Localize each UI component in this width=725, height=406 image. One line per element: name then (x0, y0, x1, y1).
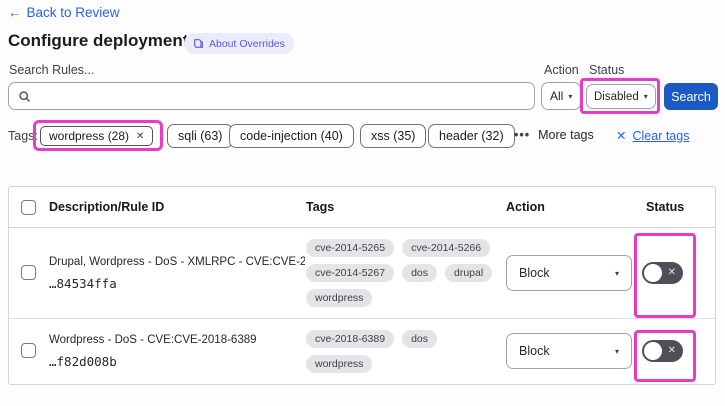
about-overrides-badge[interactable]: About Overrides (184, 33, 294, 54)
configure-deployment-screen: ← Back to Review Configure deployment Ab… (0, 0, 725, 406)
search-rules-label: Search Rules... (9, 63, 95, 77)
toggle-x-icon: ✕ (667, 345, 676, 356)
search-button[interactable]: Search (664, 83, 718, 110)
status-toggle-off[interactable]: ✕ (642, 340, 683, 362)
rule-description: Wordpress - DoS - CVE:CVE-2018-6389 (49, 334, 257, 346)
rules-table: Description/Rule ID Tags Action Status D… (8, 186, 716, 385)
remove-tag-icon[interactable]: ✕ (136, 131, 144, 142)
rule-tag: cve-2018-6389 (306, 330, 395, 348)
tags-label: Tags: (8, 129, 38, 143)
row-checkbox[interactable] (21, 343, 36, 358)
action-select-value: Block (519, 344, 550, 358)
more-dots-icon: ••• (514, 128, 531, 142)
col-header-description: Description/Rule ID (49, 200, 165, 214)
clear-tags-icon: ✕ (616, 129, 627, 143)
col-header-action: Action (506, 200, 545, 214)
rule-tag: cve-2014-5267 (306, 264, 395, 282)
tag-chip-header[interactable]: header (32) (428, 124, 515, 148)
chevron-down-icon: ▾ (614, 268, 619, 278)
rule-description: Drupal, Wordpress - DoS - XMLRPC - CVE:C… (49, 255, 305, 268)
toggle-x-icon: ✕ (667, 267, 676, 278)
rule-tag: drupal (445, 264, 493, 282)
rule-description-cell: Drupal, Wordpress - DoS - XMLRPC - CVE:C… (49, 228, 305, 318)
tag-chip-sqli[interactable]: sqli (63) (167, 124, 234, 148)
table-header-row: Description/Rule ID Tags Action Status (9, 187, 715, 228)
status-filter-select[interactable]: Disabled ▾ (586, 84, 656, 109)
more-tags-label: More tags (538, 128, 594, 142)
search-rules-input[interactable] (38, 83, 534, 109)
chevron-down-icon: ▾ (643, 92, 648, 101)
tag-chip-code-injection[interactable]: code-injection (40) (229, 124, 354, 148)
clear-tags-button[interactable]: ✕ Clear tags (616, 128, 690, 144)
back-to-review-link[interactable]: ← Back to Review (8, 5, 120, 20)
select-all-checkbox[interactable] (21, 200, 36, 215)
chevron-down-icon: ▾ (568, 91, 573, 101)
row-checkbox[interactable] (21, 265, 36, 280)
rule-tag: cve-2014-5265 (306, 239, 395, 257)
more-tags-button[interactable]: ••• More tags (514, 128, 594, 142)
col-header-status: Status (646, 200, 685, 214)
selected-tag-wordpress[interactable]: wordpress (28) ✕ (40, 126, 154, 146)
rule-tag: dos (402, 330, 437, 348)
action-select[interactable]: Block ▾ (506, 255, 632, 291)
tag-chip-xss[interactable]: xss (35) (360, 124, 427, 148)
action-filter-select[interactable]: All ▾ (541, 82, 582, 110)
col-header-tags: Tags (306, 200, 335, 214)
status-filter-label: Status (589, 63, 625, 77)
page-title: Configure deployment (8, 31, 189, 50)
book-icon (194, 39, 203, 48)
back-link-label: Back to Review (26, 5, 120, 20)
action-filter-value: All (550, 89, 564, 103)
rule-description-cell: Wordpress - DoS - CVE:CVE-2018-6389 …f82… (49, 319, 305, 384)
status-toggle-off[interactable]: ✕ (642, 262, 683, 284)
search-icon (19, 90, 30, 102)
rule-tag: wordpress (306, 355, 373, 373)
rule-tag: cve-2014-5266 (402, 239, 491, 257)
rule-id: …84534ffa (49, 275, 117, 291)
action-filter-label: Action (544, 63, 579, 77)
toggle-knob (644, 342, 662, 360)
rule-tag: dos (402, 264, 437, 282)
rule-id: …f82d008b (49, 354, 117, 369)
rule-tags-cell: cve-2018-6389 dos wordpress (306, 319, 504, 384)
selected-tag-label: wordpress (28) (49, 129, 130, 143)
clear-tags-label: Clear tags (632, 128, 690, 143)
chevron-down-icon: ▾ (614, 346, 619, 356)
action-select-value: Block (519, 266, 550, 280)
rule-tag: wordpress (306, 289, 373, 307)
search-rules-input-box[interactable] (8, 82, 535, 110)
about-overrides-label: About Overrides (209, 37, 285, 50)
status-filter-value: Disabled (594, 90, 639, 103)
action-select[interactable]: Block ▾ (506, 333, 632, 369)
toggle-knob (644, 264, 662, 282)
rule-tags-cell: cve-2014-5265 cve-2014-5266 cve-2014-526… (306, 228, 504, 318)
back-arrow-icon: ← (8, 5, 22, 20)
